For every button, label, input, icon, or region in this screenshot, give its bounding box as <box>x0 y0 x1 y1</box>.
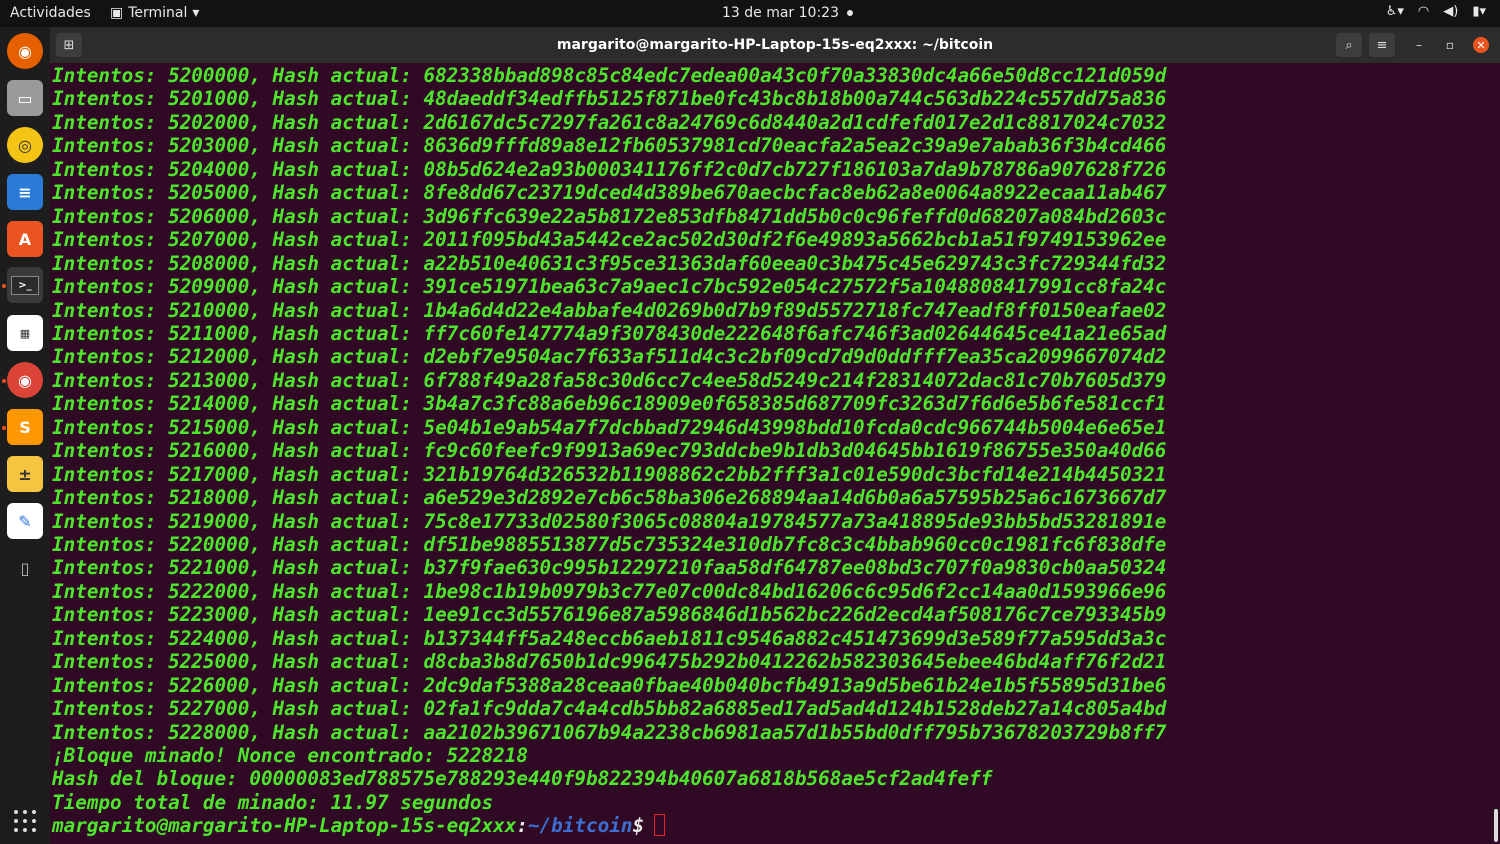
app-menu[interactable]: ▣ Terminal ▾ <box>110 5 199 21</box>
menu-button[interactable]: ≡ <box>1369 33 1395 57</box>
top-bar: Actividades ▣ Terminal ▾ 13 de mar 10:23… <box>0 0 1500 27</box>
minimize-button[interactable]: – <box>1411 37 1427 53</box>
hash-line: Intentos: 5205000, Hash actual: 8fe8dd67… <box>52 181 1167 205</box>
hash-line: Intentos: 5207000, Hash actual: 2011f095… <box>52 228 1167 252</box>
system-tray[interactable]: ♿︎▾ ◠ ◀) ▮▾ <box>1386 4 1486 19</box>
notification-dot-icon <box>846 10 853 16</box>
hash-line: Intentos: 5217000, Hash actual: 321b1976… <box>52 462 1167 486</box>
hash-line: Intentos: 5224000, Hash actual: b137344f… <box>52 626 1167 650</box>
chrome-icon[interactable]: ◉ <box>7 362 43 398</box>
terminal-icon[interactable]: >_ <box>7 267 43 303</box>
hash-line: Intentos: 5201000, Hash actual: 48daeddf… <box>52 87 1167 111</box>
hash-line: Intentos: 5225000, Hash actual: d8cba3b8… <box>52 650 1167 674</box>
app-name: Terminal <box>128 5 188 21</box>
hash-line: Intentos: 5215000, Hash actual: 5e04b1e9… <box>52 415 1167 439</box>
volume-icon: ◀) <box>1443 4 1459 19</box>
hash-line: Intentos: 5214000, Hash actual: 3b4a7c3f… <box>52 392 1167 416</box>
dock: ◉ ▭ ◎ ≡ A >_ ▦ ◉ S ± ✎ ▯ <box>0 27 50 844</box>
wifi-icon: ◠ <box>1417 4 1430 19</box>
accessibility-icon[interactable]: ♿︎▾ <box>1386 4 1404 19</box>
block-hash-line: Hash del bloque: 00000083ed788575e788293… <box>52 767 993 790</box>
hash-line: Intentos: 5221000, Hash actual: b37f9fae… <box>52 556 1167 580</box>
running-indicator <box>2 426 6 430</box>
terminal-output[interactable]: Intentos: 5200000, Hash actual: 682338bb… <box>50 63 1500 844</box>
usb-icon[interactable]: ▯ <box>7 550 43 586</box>
hash-line: Intentos: 5223000, Hash actual: 1ee91cc3… <box>52 603 1167 627</box>
terminal-headerbar: ⊞ margarito@margarito-HP-Laptop-15s-eq2x… <box>50 27 1500 63</box>
hash-line: Intentos: 5227000, Hash actual: 02fa1fc9… <box>52 697 1167 721</box>
calculator-icon[interactable]: ± <box>7 456 43 492</box>
clock[interactable]: 13 de mar 10:23 <box>722 5 853 21</box>
hash-line: Intentos: 5228000, Hash actual: aa2102b3… <box>52 720 1167 744</box>
files-icon[interactable]: ▭ <box>7 80 43 116</box>
show-apps-icon[interactable] <box>14 810 36 832</box>
hash-line: Intentos: 5211000, Hash actual: ff7c60fe… <box>52 321 1167 345</box>
battery-icon: ▮▾ <box>1472 4 1486 19</box>
chevron-down-icon: ▾ <box>192 5 200 21</box>
software-icon[interactable]: A <box>7 221 43 257</box>
scrollbar[interactable] <box>1494 809 1498 842</box>
text-cursor <box>654 814 666 836</box>
writer-icon[interactable]: ≡ <box>7 174 43 210</box>
hash-line: Intentos: 5220000, Hash actual: df51be98… <box>52 533 1167 556</box>
firefox-icon[interactable]: ◉ <box>7 33 43 69</box>
hash-line: Intentos: 5209000, Hash actual: 391ce519… <box>52 275 1167 299</box>
hash-line: Intentos: 5218000, Hash actual: a6e529e3… <box>52 486 1167 510</box>
prompt-dollar: $ <box>632 814 645 837</box>
text-editor-icon[interactable]: ✎ <box>7 503 43 539</box>
hash-line: Intentos: 5216000, Hash actual: fc9c60fe… <box>52 439 1167 463</box>
hash-line: Intentos: 5203000, Hash actual: 8636d9ff… <box>52 134 1167 158</box>
hash-line: Intentos: 5226000, Hash actual: 2dc9daf5… <box>52 673 1167 697</box>
hash-line: Intentos: 5200000, Hash actual: 682338bb… <box>52 64 1167 87</box>
shell-prompt[interactable]: margarito@margarito-HP-Laptop-15s-eq2xxx… <box>52 814 666 838</box>
hash-line: Intentos: 5206000, Hash actual: 3d96ffc6… <box>52 204 1167 228</box>
close-button[interactable]: ✕ <box>1473 37 1489 53</box>
search-icon: ⌕ <box>1345 37 1353 53</box>
found-line: ¡Bloque minado! Nonce encontrado: 522821… <box>52 744 528 767</box>
terminal-small-icon: ▣ <box>110 5 124 21</box>
activities-button[interactable]: Actividades <box>10 5 91 21</box>
rhythmbox-icon[interactable]: ◎ <box>7 127 43 163</box>
prompt-path: ~/bitcoin <box>527 814 633 837</box>
prompt-colon: : <box>516 814 528 837</box>
maximize-button[interactable]: ▫ <box>1442 37 1458 53</box>
search-button[interactable]: ⌕ <box>1336 33 1362 57</box>
sublime-icon[interactable]: S <box>7 409 43 445</box>
running-indicator <box>2 379 6 383</box>
clock-text: 13 de mar 10:23 <box>722 5 839 21</box>
hash-line: Intentos: 5213000, Hash actual: 6f788f49… <box>52 368 1167 392</box>
sudoku-icon[interactable]: ▦ <box>7 315 43 351</box>
hash-line: Intentos: 5212000, Hash actual: d2ebf7e9… <box>52 345 1167 369</box>
window-title: margarito@margarito-HP-Laptop-15s-eq2xxx… <box>556 37 994 53</box>
hash-line: Intentos: 5204000, Hash actual: 08b5d624… <box>52 157 1167 181</box>
running-indicator <box>2 284 6 288</box>
hamburger-icon: ≡ <box>1376 37 1388 53</box>
hash-line: Intentos: 5208000, Hash actual: a22b510e… <box>52 251 1167 275</box>
hash-line: Intentos: 5210000, Hash actual: 1b4a6d4d… <box>52 298 1167 322</box>
hash-line: Intentos: 5202000, Hash actual: 2d6167dc… <box>52 110 1167 134</box>
hash-line: Intentos: 5219000, Hash actual: 75c8e177… <box>52 509 1167 533</box>
time-line: Tiempo total de minado: 11.97 segundos <box>52 791 494 814</box>
prompt-user-host: margarito@margarito-HP-Laptop-15s-eq2xxx <box>52 814 517 837</box>
hash-line: Intentos: 5222000, Hash actual: 1be98c1b… <box>52 579 1167 603</box>
